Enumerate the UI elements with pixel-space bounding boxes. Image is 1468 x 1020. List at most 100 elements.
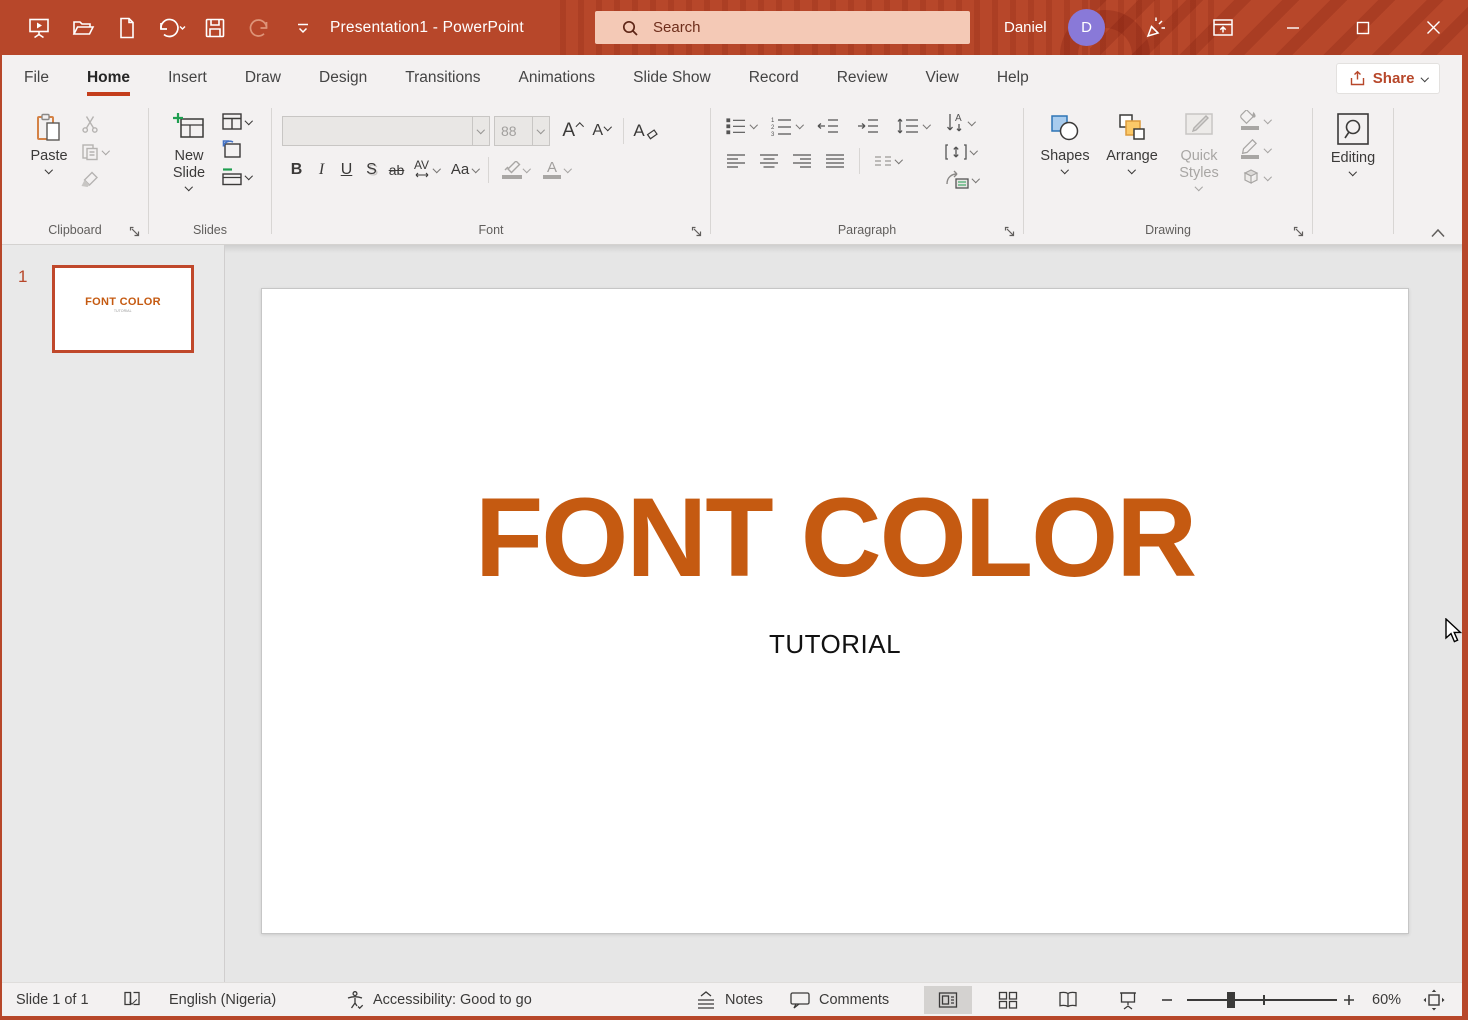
numbering-icon[interactable]: 123 [769, 116, 793, 136]
language-indicator[interactable]: English (Nigeria) [169, 983, 276, 1017]
editing-group: Editing [1313, 100, 1393, 244]
zoom-slider-center-tick [1263, 995, 1265, 1005]
fit-slide-to-window-button[interactable] [1422, 983, 1446, 1017]
convert-to-smartart-button[interactable] [944, 170, 979, 190]
new-file-icon[interactable] [110, 11, 144, 45]
tab-review[interactable]: Review [818, 55, 907, 100]
increase-indent-icon[interactable] [856, 117, 880, 135]
justify-icon[interactable] [824, 152, 846, 170]
align-left-icon[interactable] [725, 152, 747, 170]
reset-button[interactable] [221, 139, 252, 159]
grow-font-button[interactable]: A [560, 118, 585, 145]
tab-slide-show[interactable]: Slide Show [614, 55, 730, 100]
chevron-down-icon[interactable] [433, 165, 441, 173]
maximize-button[interactable] [1340, 0, 1386, 55]
customize-qat-icon[interactable] [286, 11, 320, 45]
spell-check-icon[interactable] [122, 983, 142, 1017]
slide-canvas[interactable]: FONT COLOR TUTORIAL [261, 288, 1409, 934]
underline-button[interactable]: U [334, 156, 359, 183]
italic-button[interactable]: I [309, 156, 334, 183]
tab-draw[interactable]: Draw [226, 55, 300, 100]
tab-file[interactable]: File [5, 55, 68, 100]
arrange-button[interactable]: Arrange [1098, 100, 1166, 210]
new-slide-button[interactable]: New Slide [157, 100, 221, 210]
paste-button[interactable]: Paste [18, 100, 80, 210]
zoom-level[interactable]: 60% [1372, 983, 1401, 1017]
chevron-down-icon[interactable] [532, 117, 549, 145]
shape-outline-icon [1238, 139, 1262, 161]
user-name[interactable]: Daniel [1004, 0, 1047, 55]
coming-soon-icon[interactable] [1132, 0, 1178, 55]
columns-button[interactable] [873, 154, 902, 168]
slide-subtitle-text[interactable]: TUTORIAL [262, 629, 1408, 660]
save-icon[interactable] [198, 11, 232, 45]
share-button[interactable]: Share [1336, 63, 1440, 94]
font-name-combobox[interactable] [282, 116, 490, 146]
line-spacing-icon[interactable] [896, 116, 920, 136]
close-button[interactable] [1410, 0, 1456, 55]
ribbon-display-options-icon[interactable] [1200, 0, 1246, 55]
zoom-slider-thumb[interactable] [1227, 992, 1235, 1008]
text-direction-button[interactable]: A [944, 112, 979, 134]
tab-animations[interactable]: Animations [499, 55, 614, 100]
chevron-down-icon[interactable] [472, 117, 489, 145]
paragraph-dialog-launcher[interactable] [1004, 226, 1015, 237]
accessibility-status[interactable]: Accessibility: Good to go [345, 983, 532, 1017]
chevron-down-icon[interactable] [795, 121, 803, 129]
open-file-icon[interactable] [66, 11, 100, 45]
zoom-slider-track[interactable] [1187, 999, 1337, 1001]
zoom-in-button[interactable] [1342, 983, 1356, 1017]
slide-sorter-view-button[interactable] [984, 986, 1032, 1014]
bullets-icon[interactable] [725, 116, 747, 136]
tab-help[interactable]: Help [978, 55, 1048, 100]
start-slideshow-icon[interactable] [22, 11, 56, 45]
undo-icon[interactable] [154, 11, 188, 45]
tab-record[interactable]: Record [730, 55, 818, 100]
align-right-icon[interactable] [791, 152, 813, 170]
align-text-button[interactable] [944, 143, 979, 161]
tab-insert[interactable]: Insert [149, 55, 226, 100]
notes-button[interactable]: Notes [695, 983, 763, 1017]
avatar[interactable]: D [1068, 9, 1105, 46]
normal-view-button[interactable] [924, 986, 972, 1014]
drawing-dialog-launcher[interactable] [1293, 226, 1304, 237]
clipboard-dialog-launcher[interactable] [129, 226, 140, 237]
change-case-button[interactable]: Aa [448, 156, 473, 183]
chevron-down-icon[interactable] [750, 121, 758, 129]
layout-button[interactable] [221, 112, 252, 131]
chevron-down-icon[interactable] [471, 165, 479, 173]
zoom-out-button[interactable] [1160, 983, 1174, 1017]
reading-view-button[interactable] [1044, 986, 1092, 1014]
tab-view[interactable]: View [907, 55, 978, 100]
search-input[interactable] [653, 19, 933, 36]
minimize-button[interactable] [1270, 0, 1316, 55]
tab-home[interactable]: Home [68, 55, 149, 100]
shapes-button[interactable]: Shapes [1032, 100, 1098, 210]
cut-icon [80, 114, 100, 134]
shrink-font-button[interactable]: A [589, 118, 614, 145]
normal-view-icon [937, 990, 959, 1010]
strikethrough-button[interactable]: ab [384, 156, 409, 183]
section-button[interactable] [221, 167, 252, 186]
font-dialog-launcher[interactable] [691, 226, 702, 237]
tab-transitions[interactable]: Transitions [386, 55, 499, 100]
tab-design[interactable]: Design [300, 55, 386, 100]
slide-show-button[interactable] [1104, 986, 1152, 1014]
align-center-icon[interactable] [758, 152, 780, 170]
text-shadow-button[interactable]: S [359, 156, 384, 183]
character-spacing-button[interactable]: AV [409, 156, 434, 183]
slide-indicator[interactable]: Slide 1 of 1 [16, 983, 89, 1017]
zoom-slider[interactable] [1187, 983, 1337, 1017]
clear-formatting-button[interactable]: A [633, 118, 658, 145]
font-size-combobox[interactable]: 88 [494, 116, 550, 146]
slide-title-text[interactable]: FONT COLOR [262, 482, 1408, 594]
comments-button[interactable]: Comments [789, 983, 889, 1017]
decrease-indent-icon[interactable] [816, 117, 840, 135]
slide-thumbnail[interactable]: FONT COLOR TUTORIAL [52, 265, 194, 353]
window-border-right[interactable] [1462, 55, 1468, 1020]
search-bar[interactable] [595, 11, 970, 44]
chevron-down-icon[interactable] [923, 121, 931, 129]
collapse-ribbon-button[interactable] [1430, 228, 1446, 238]
bold-button[interactable]: B [284, 156, 309, 183]
editing-button[interactable]: Editing [1313, 100, 1393, 210]
